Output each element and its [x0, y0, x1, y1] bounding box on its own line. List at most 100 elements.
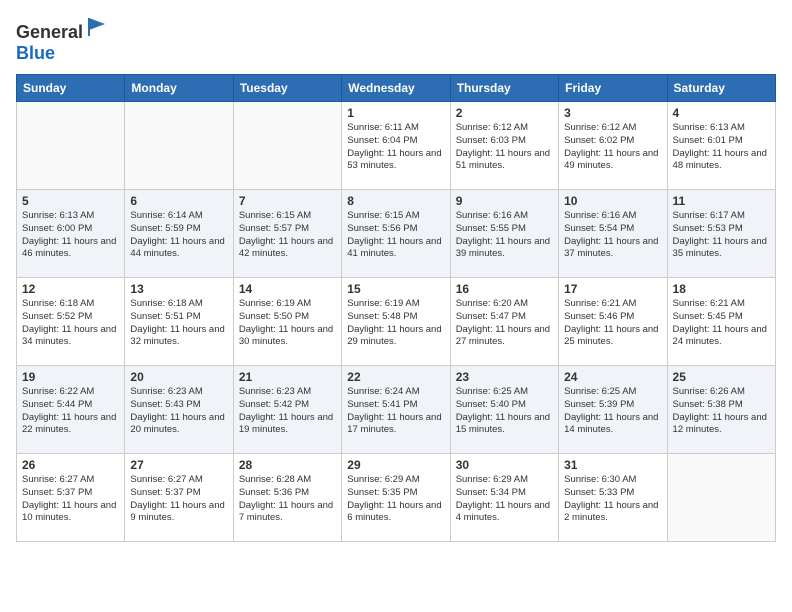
day-info: Sunrise: 6:23 AM Sunset: 5:43 PM Dayligh… — [130, 386, 227, 437]
weekday-header: Saturday — [667, 75, 775, 102]
calendar-cell: 24 Sunrise: 6:25 AM Sunset: 5:39 PM Dayli… — [559, 366, 667, 454]
day-number: 17 — [564, 282, 661, 296]
calendar-cell: 7Sunrise: 6:15 AM Sunset: 5:57 PM Daylig… — [233, 190, 341, 278]
logo-text: General Blue — [16, 16, 107, 64]
calendar-cell: 22Sunrise: 6:24 AM Sunset: 5:41 PM Dayli… — [342, 366, 450, 454]
day-info: Sunrise: 6:26 AM Sunset: 5:38 PM Dayligh… — [673, 386, 770, 437]
calendar-cell: 3Sunrise: 6:12 AM Sunset: 6:02 PM Daylig… — [559, 102, 667, 190]
calendar-week-row: 19 Sunrise: 6:22 AM Sunset: 5:44 PM Dayli… — [17, 366, 776, 454]
calendar-cell: 2 Sunrise: 6:12 AM Sunset: 6:03 PM Daylig… — [450, 102, 558, 190]
day-number: 2 — [456, 106, 553, 120]
day-info: Sunrise: 6:16 AM Sunset: 5:55 PM Dayligh… — [456, 210, 553, 261]
logo-general: General — [16, 22, 83, 42]
day-number: 1 — [347, 106, 444, 120]
day-info: Sunrise: 6:29 AM Sunset: 5:35 PM Dayligh… — [347, 474, 444, 525]
day-number: 27 — [130, 458, 227, 472]
day-number: 26 — [22, 458, 119, 472]
day-number: 6 — [130, 194, 227, 208]
calendar-cell: 13Sunrise: 6:18 AM Sunset: 5:51 PM Dayli… — [125, 278, 233, 366]
calendar-cell: 6 Sunrise: 6:14 AM Sunset: 5:59 PM Daylig… — [125, 190, 233, 278]
calendar-table: SundayMondayTuesdayWednesdayThursdayFrid… — [16, 74, 776, 542]
calendar-cell: 11 Sunrise: 6:17 AM Sunset: 5:53 PM Dayli… — [667, 190, 775, 278]
logo-blue: Blue — [16, 43, 55, 63]
day-info: Sunrise: 6:29 AM Sunset: 5:34 PM Dayligh… — [456, 474, 553, 525]
calendar-week-row: 1Sunrise: 6:11 AM Sunset: 6:04 PM Daylig… — [17, 102, 776, 190]
day-number: 31 — [564, 458, 661, 472]
calendar-cell: 10 Sunrise: 6:16 AM Sunset: 5:54 PM Dayli… — [559, 190, 667, 278]
calendar-cell: 4 Sunrise: 6:13 AM Sunset: 6:01 PM Daylig… — [667, 102, 775, 190]
day-number: 24 — [564, 370, 661, 384]
day-number: 30 — [456, 458, 553, 472]
calendar-cell: 23 Sunrise: 6:25 AM Sunset: 5:40 PM Dayli… — [450, 366, 558, 454]
day-number: 11 — [673, 194, 770, 208]
calendar-cell: 1Sunrise: 6:11 AM Sunset: 6:04 PM Daylig… — [342, 102, 450, 190]
weekday-header: Monday — [125, 75, 233, 102]
day-number: 29 — [347, 458, 444, 472]
day-info: Sunrise: 6:13 AM Sunset: 6:00 PM Dayligh… — [22, 210, 119, 261]
day-number: 16 — [456, 282, 553, 296]
day-number: 4 — [673, 106, 770, 120]
day-info: Sunrise: 6:19 AM Sunset: 5:48 PM Dayligh… — [347, 298, 444, 349]
day-number: 18 — [673, 282, 770, 296]
day-number: 21 — [239, 370, 336, 384]
calendar-header-row: SundayMondayTuesdayWednesdayThursdayFrid… — [17, 75, 776, 102]
calendar-cell: 25 Sunrise: 6:26 AM Sunset: 5:38 PM Dayli… — [667, 366, 775, 454]
day-info: Sunrise: 6:19 AM Sunset: 5:50 PM Dayligh… — [239, 298, 336, 349]
day-info: Sunrise: 6:16 AM Sunset: 5:54 PM Dayligh… — [564, 210, 661, 261]
day-info: Sunrise: 6:12 AM Sunset: 6:02 PM Dayligh… — [564, 122, 661, 173]
day-number: 8 — [347, 194, 444, 208]
day-info: Sunrise: 6:13 AM Sunset: 6:01 PM Dayligh… — [673, 122, 770, 173]
weekday-header: Tuesday — [233, 75, 341, 102]
day-number: 15 — [347, 282, 444, 296]
calendar-cell: 19 Sunrise: 6:22 AM Sunset: 5:44 PM Dayli… — [17, 366, 125, 454]
day-number: 10 — [564, 194, 661, 208]
weekday-header: Sunday — [17, 75, 125, 102]
day-number: 14 — [239, 282, 336, 296]
day-info: Sunrise: 6:18 AM Sunset: 5:52 PM Dayligh… — [22, 298, 119, 349]
day-info: Sunrise: 6:25 AM Sunset: 5:39 PM Dayligh… — [564, 386, 661, 437]
calendar-cell: 8 Sunrise: 6:15 AM Sunset: 5:56 PM Daylig… — [342, 190, 450, 278]
calendar-cell: 5 Sunrise: 6:13 AM Sunset: 6:00 PM Daylig… — [17, 190, 125, 278]
day-info: Sunrise: 6:27 AM Sunset: 5:37 PM Dayligh… — [22, 474, 119, 525]
calendar-cell: 20 Sunrise: 6:23 AM Sunset: 5:43 PM Dayli… — [125, 366, 233, 454]
calendar-week-row: 12Sunrise: 6:18 AM Sunset: 5:52 PM Dayli… — [17, 278, 776, 366]
day-info: Sunrise: 6:18 AM Sunset: 5:51 PM Dayligh… — [130, 298, 227, 349]
day-info: Sunrise: 6:17 AM Sunset: 5:53 PM Dayligh… — [673, 210, 770, 261]
day-info: Sunrise: 6:15 AM Sunset: 5:57 PM Dayligh… — [239, 210, 336, 261]
day-number: 9 — [456, 194, 553, 208]
calendar-cell: 31 Sunrise: 6:30 AM Sunset: 5:33 PM Dayli… — [559, 454, 667, 542]
calendar-cell: 17 Sunrise: 6:21 AM Sunset: 5:46 PM Dayli… — [559, 278, 667, 366]
calendar-cell — [17, 102, 125, 190]
day-number: 19 — [22, 370, 119, 384]
day-info: Sunrise: 6:22 AM Sunset: 5:44 PM Dayligh… — [22, 386, 119, 437]
calendar-cell: 9 Sunrise: 6:16 AM Sunset: 5:55 PM Daylig… — [450, 190, 558, 278]
calendar-cell: 14 Sunrise: 6:19 AM Sunset: 5:50 PM Dayli… — [233, 278, 341, 366]
calendar-cell: 27 Sunrise: 6:27 AM Sunset: 5:37 PM Dayli… — [125, 454, 233, 542]
calendar-cell: 16 Sunrise: 6:20 AM Sunset: 5:47 PM Dayli… — [450, 278, 558, 366]
weekday-header: Thursday — [450, 75, 558, 102]
page-header: General Blue — [16, 16, 776, 64]
calendar-cell: 30 Sunrise: 6:29 AM Sunset: 5:34 PM Dayli… — [450, 454, 558, 542]
calendar-cell — [233, 102, 341, 190]
calendar-cell: 15 Sunrise: 6:19 AM Sunset: 5:48 PM Dayli… — [342, 278, 450, 366]
day-info: Sunrise: 6:27 AM Sunset: 5:37 PM Dayligh… — [130, 474, 227, 525]
day-number: 20 — [130, 370, 227, 384]
calendar-cell — [125, 102, 233, 190]
day-info: Sunrise: 6:30 AM Sunset: 5:33 PM Dayligh… — [564, 474, 661, 525]
day-number: 25 — [673, 370, 770, 384]
day-info: Sunrise: 6:15 AM Sunset: 5:56 PM Dayligh… — [347, 210, 444, 261]
calendar-cell: 12Sunrise: 6:18 AM Sunset: 5:52 PM Dayli… — [17, 278, 125, 366]
day-info: Sunrise: 6:25 AM Sunset: 5:40 PM Dayligh… — [456, 386, 553, 437]
logo: General Blue — [16, 16, 107, 64]
day-info: Sunrise: 6:12 AM Sunset: 6:03 PM Dayligh… — [456, 122, 553, 173]
weekday-header: Friday — [559, 75, 667, 102]
day-info: Sunrise: 6:21 AM Sunset: 5:46 PM Dayligh… — [564, 298, 661, 349]
day-number: 23 — [456, 370, 553, 384]
calendar-cell: 29 Sunrise: 6:29 AM Sunset: 5:35 PM Dayli… — [342, 454, 450, 542]
day-info: Sunrise: 6:23 AM Sunset: 5:42 PM Dayligh… — [239, 386, 336, 437]
day-info: Sunrise: 6:14 AM Sunset: 5:59 PM Dayligh… — [130, 210, 227, 261]
weekday-header: Wednesday — [342, 75, 450, 102]
calendar-cell — [667, 454, 775, 542]
day-number: 5 — [22, 194, 119, 208]
day-info: Sunrise: 6:20 AM Sunset: 5:47 PM Dayligh… — [456, 298, 553, 349]
